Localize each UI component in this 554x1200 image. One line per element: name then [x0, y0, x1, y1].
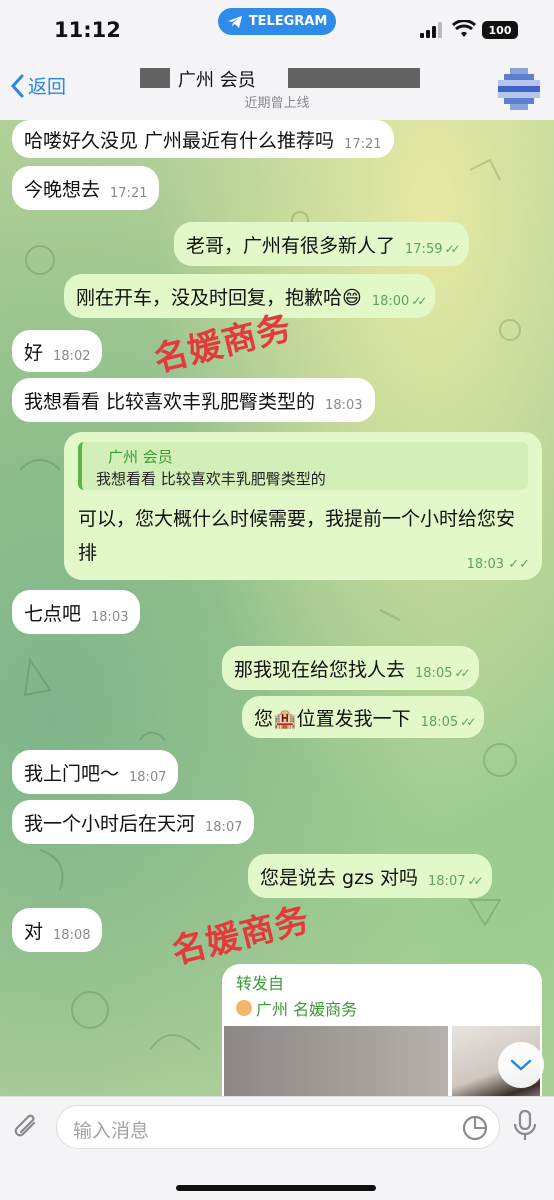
message-text: 您是说去 gzs 对吗 — [260, 866, 419, 889]
app-pill-label: TELEGRAM — [248, 14, 328, 29]
reply-quote-author: 广州 会员 — [108, 448, 173, 466]
message-time: 18:03 — [91, 609, 129, 625]
message-time: 18:03 — [325, 397, 363, 413]
redacted-block — [288, 68, 420, 88]
forwarded-source[interactable]: 广州 名媛商务 — [236, 996, 357, 1020]
chat-title-text: 广州 会员 — [178, 70, 256, 91]
message-text: 老哥，广州有很多新人了 — [186, 234, 396, 257]
message-bubble-outgoing[interactable]: 那我现在给您找人去 18:05 ✓✓ — [222, 646, 479, 690]
message-bubble-incoming[interactable]: 七点吧 18:03 — [12, 590, 141, 634]
read-ticks-icon: ✓✓ — [454, 666, 470, 680]
read-ticks-icon: ✓✓ — [467, 874, 483, 888]
forwarded-label: 转发自 — [236, 974, 285, 993]
message-time: 17:21 — [110, 185, 148, 201]
message-bubble-incoming[interactable]: 我一个小时后在天河 18:07 — [12, 800, 255, 844]
sticker-icon[interactable] — [461, 1114, 489, 1142]
message-text: 七点吧 — [24, 602, 82, 625]
message-text: 今晚想去 — [24, 178, 101, 201]
forwarded-source-name: 广州 名媛商务 — [256, 1000, 358, 1019]
scroll-to-bottom-button[interactable] — [498, 1042, 544, 1088]
message-time: 18:00 — [371, 293, 410, 309]
message-bubble-outgoing[interactable]: 您是说去 gzs 对吗 18:07 ✓✓ — [248, 854, 492, 898]
message-bubble-incoming[interactable]: 对 18:08 — [12, 908, 103, 952]
message-text: 可以，您大概什么时候需要，我提前一个小时给您安排 — [78, 508, 516, 564]
telegram-icon — [227, 15, 242, 28]
message-time: 18:07 — [205, 819, 243, 835]
message-bubble-incoming[interactable]: 我上门吧～ 18:07 — [12, 750, 179, 794]
message-time: 18:08 — [53, 927, 91, 943]
message-time: 18:03 ✓✓ — [466, 557, 530, 572]
message-composer: 输入消息 — [0, 1096, 554, 1200]
media-thumbnail[interactable] — [224, 1026, 448, 1104]
message-text: 那我现在给您找人去 — [234, 658, 406, 681]
chat-title[interactable]: 广州 会员 — [140, 66, 430, 92]
reply-quote[interactable]: 广州 会员 我想看看 比较喜欢丰乳肥臀类型的 — [78, 442, 528, 490]
message-time: 18:05 — [415, 665, 453, 681]
redacted-block — [140, 68, 170, 88]
message-time: 17:21 — [344, 136, 382, 152]
battery-indicator: 100 — [482, 21, 518, 39]
message-time: 18:07 — [129, 769, 167, 785]
message-time: 18:02 — [53, 348, 91, 364]
message-bubble-incoming[interactable]: 好 18:02 — [12, 330, 103, 372]
message-time: 18:07 — [428, 873, 466, 889]
attach-icon[interactable] — [12, 1111, 42, 1143]
signal-icon — [420, 22, 442, 38]
reply-message-bubble[interactable]: 广州 会员 我想看看 比较喜欢丰乳肥臀类型的 可以，您大概什么时候需要，我提前一… — [64, 432, 542, 580]
message-bubble-incoming[interactable]: 我想看看 比较喜欢丰乳肥臀类型的 18:03 — [12, 378, 375, 422]
message-input[interactable]: 输入消息 — [56, 1105, 500, 1149]
message-bubble-incoming[interactable]: 哈喽好久没见 广州最近有什么推荐吗 17:21 — [12, 120, 394, 158]
message-time: 18:05 — [420, 714, 459, 730]
read-ticks-icon: ✓✓ — [444, 242, 460, 256]
message-text: 我上门吧～ — [24, 762, 120, 785]
message-text: 您🏨位置发我一下 — [254, 707, 411, 730]
message-text: 哈喽好久没见 广州最近有什么推荐吗 — [24, 129, 335, 152]
message-text: 我想看看 比较喜欢丰乳肥臀类型的 — [24, 390, 316, 413]
message-text: 刚在开车，没及时回复，抱歉哈😄 — [76, 286, 362, 309]
message-text: 我一个小时后在天河 — [24, 812, 196, 835]
read-ticks-icon: ✓✓ — [460, 715, 476, 729]
chevron-down-icon — [510, 1059, 532, 1071]
status-time: 11:12 — [54, 18, 121, 42]
message-input-placeholder: 输入消息 — [73, 1120, 150, 1142]
reply-quote-text: 我想看看 比较喜欢丰乳肥臀类型的 — [96, 470, 326, 488]
message-bubble-incoming[interactable]: 今晚想去 17:21 — [12, 166, 160, 210]
message-bubble-outgoing[interactable]: 您🏨位置发我一下 18:05 ✓✓ — [242, 696, 485, 738]
read-ticks-icon: ✓✓ — [411, 294, 427, 308]
forwarded-message-bubble[interactable]: 转发自 广州 名媛商务 — [222, 964, 542, 1104]
telegram-return-pill[interactable]: TELEGRAM — [218, 8, 336, 35]
wifi-icon — [452, 20, 476, 37]
chat-last-seen: 近期曾上线 — [244, 96, 310, 111]
message-bubble-outgoing[interactable]: 老哥，广州有很多新人了 17:59 ✓✓ — [174, 222, 469, 266]
channel-avatar-icon — [236, 1000, 252, 1016]
status-bar: 11:12 TELEGRAM 100 — [0, 0, 554, 58]
mic-icon[interactable] — [512, 1109, 538, 1143]
message-text: 对 — [24, 920, 44, 943]
home-indicator — [176, 1185, 376, 1191]
message-time: 17:59 — [405, 241, 443, 257]
chat-header: 返回 广州 会员 近期曾上线 — [0, 58, 554, 120]
message-text: 好 — [24, 341, 44, 364]
avatar[interactable] — [498, 68, 540, 110]
